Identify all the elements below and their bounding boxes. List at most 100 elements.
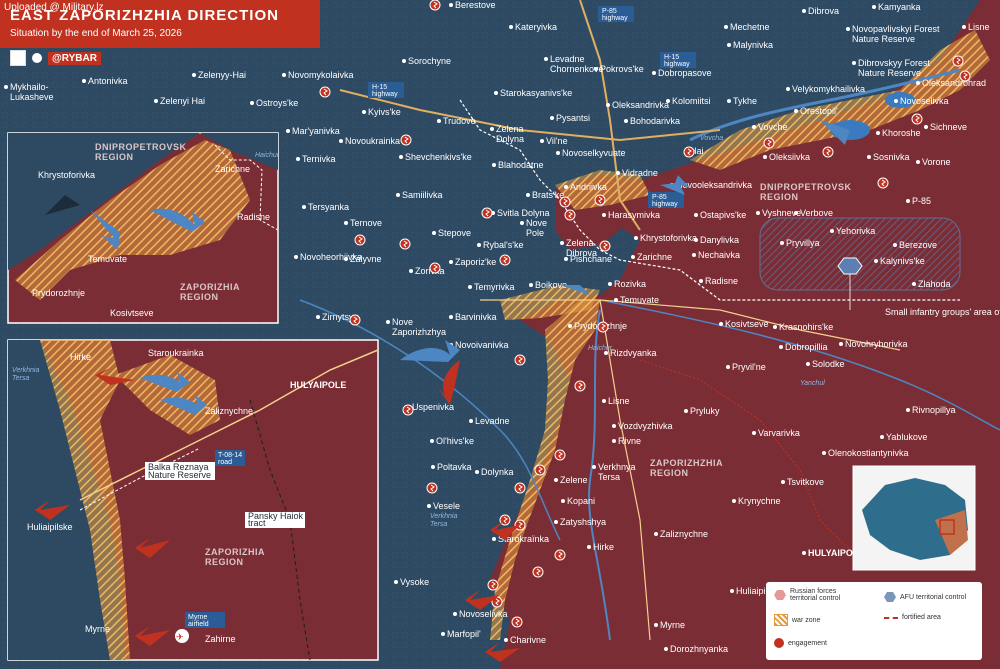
settlement-label: Kolomiitsi bbox=[672, 96, 711, 106]
inset-top-label-1: Zarichne bbox=[215, 164, 250, 174]
settlement-label: Zelenyi Hai bbox=[160, 96, 205, 106]
settlement-100: Varvarivka bbox=[752, 428, 800, 438]
settlement-label: Ostroys'ke bbox=[256, 98, 298, 108]
settlement-19: Ostroys'ke bbox=[250, 98, 298, 108]
settlement-dot bbox=[699, 279, 703, 283]
settlement-46: Andriivka bbox=[564, 182, 607, 192]
settlement-label: Oleksandrivka bbox=[612, 100, 669, 110]
settlement-label: Ostapivs'ke bbox=[700, 210, 746, 220]
settlement-dot bbox=[396, 193, 400, 197]
settlement-label: Ol'hivs'ke bbox=[436, 436, 474, 446]
settlement-33: Vovche bbox=[752, 122, 788, 132]
settlement-23: Kolomiitsi bbox=[666, 96, 711, 106]
road-label-h15-top: H-15highway bbox=[660, 52, 696, 68]
minimap bbox=[852, 465, 976, 571]
engagement-icon bbox=[487, 579, 499, 591]
settlement-label: Lisne bbox=[608, 396, 630, 406]
engagement-icon bbox=[959, 70, 971, 82]
settlement-57: Ostapivs'ke bbox=[694, 210, 746, 220]
svg-text:P-85: P-85 bbox=[652, 194, 667, 201]
settlement-11: Zelenyy-Hai bbox=[192, 70, 246, 80]
settlement-dot bbox=[554, 478, 558, 482]
settlement-dot bbox=[4, 85, 8, 89]
svg-text:Haichur: Haichur bbox=[255, 152, 280, 159]
settlement-label: Novooleksandrivka bbox=[676, 180, 752, 190]
settlement-dot bbox=[694, 238, 698, 242]
settlement-label: Zalyvne bbox=[350, 254, 382, 264]
svg-text:H-15: H-15 bbox=[372, 84, 387, 91]
settlement-label: Malynivka bbox=[733, 40, 773, 50]
settlement-85: Prydorozhnje bbox=[568, 321, 627, 331]
inset-top-label-2: Radisne bbox=[237, 212, 270, 222]
settlement-label: Charivne bbox=[510, 635, 546, 645]
settlement-31: Bohodarivka bbox=[624, 116, 680, 126]
settlement-dot bbox=[302, 205, 306, 209]
settlement-label: Barvinivka bbox=[455, 312, 497, 322]
settlement-label: Bohodarivka bbox=[630, 116, 680, 126]
settlement-21: Starokasyanivs'ke bbox=[494, 88, 572, 98]
settlement-56: Harasymivka bbox=[602, 210, 660, 220]
settlement-45: Ternivka bbox=[296, 154, 336, 164]
inset-bottom-reserve-label: Balka ReznayaNature Reserve bbox=[145, 462, 215, 480]
inset-bottom[interactable]: ✈ Balka ReznayaNature Reserve T-08-14roa… bbox=[7, 339, 379, 661]
settlement-label: Myrne bbox=[660, 620, 685, 630]
settlement-84: Barvinivka bbox=[449, 312, 497, 322]
settlement-88: Novohryhorivka bbox=[839, 339, 908, 349]
settlement-112: Krynychne bbox=[732, 496, 781, 506]
settlement-dot bbox=[296, 157, 300, 161]
settlement-label: Oleksandrohrad bbox=[922, 78, 986, 88]
settlement-dot bbox=[399, 155, 403, 159]
settlement-86: Kosivtseve bbox=[719, 319, 769, 329]
svg-text:tract: tract bbox=[248, 518, 266, 528]
legend-warzone-label: war zone bbox=[792, 616, 821, 624]
settlement-label: Krynychne bbox=[738, 496, 781, 506]
settlement-label: Dobropasove bbox=[658, 68, 712, 78]
settlement-dot bbox=[846, 27, 850, 31]
engagement-icon bbox=[429, 262, 441, 274]
svg-text:road: road bbox=[218, 459, 232, 466]
settlement-label: Pysantsi bbox=[556, 113, 590, 123]
settlement-label: Trudove bbox=[443, 116, 476, 126]
inset-top[interactable]: DNIPROPETROVSK REGION ZAPORIZHIA REGION Ha… bbox=[7, 132, 280, 324]
settlement-dot bbox=[608, 282, 612, 286]
settlement-label: Vorone bbox=[922, 157, 951, 167]
settlement-dot bbox=[427, 504, 431, 508]
settlement-62: Khrystoforivka bbox=[634, 233, 697, 243]
settlement-dot bbox=[730, 589, 734, 593]
settlement-8: Dibrovskyy Forest Nature Reserve bbox=[852, 58, 931, 78]
settlement-label: Khrystoforivka bbox=[640, 233, 697, 243]
settlement-label: Hirke bbox=[593, 542, 614, 552]
inset-bottom-label-2: HULYAIPOLE bbox=[290, 380, 346, 390]
settlement-dot bbox=[432, 231, 436, 235]
settlement-101: Yablukove bbox=[880, 432, 927, 442]
settlement-dot bbox=[554, 520, 558, 524]
settlement-25: Velykomykhailivka bbox=[786, 84, 865, 94]
settlement-119: Novoselivka bbox=[453, 609, 508, 619]
inset-bottom-label-0: Hirke bbox=[70, 352, 91, 362]
settlement-16: Dobropasove bbox=[652, 68, 712, 78]
settlement-label: Pryvillya bbox=[786, 238, 820, 248]
svg-text:H-15: H-15 bbox=[664, 54, 679, 61]
settlement-9: Oleksandrohrad bbox=[916, 78, 986, 88]
settlement-70: Zarichne bbox=[631, 252, 672, 262]
engagement-icon bbox=[534, 464, 546, 476]
infantry-hex-icon bbox=[837, 257, 863, 275]
settlement-dot bbox=[449, 3, 453, 7]
inset-top-label-3: Temuvate bbox=[88, 254, 127, 264]
settlement-dot bbox=[468, 285, 472, 289]
inset-bottom-airfield-label: Myrneairfield bbox=[185, 612, 225, 628]
legend-fortified: fortified area bbox=[884, 614, 941, 621]
settlement-label: Brats'ke bbox=[532, 190, 564, 200]
settlement-label: Levadne bbox=[475, 416, 510, 426]
settlement-93: Solodke bbox=[806, 359, 845, 369]
road-label-p85-top: P-85highway bbox=[598, 6, 634, 22]
settlement-label: Pryvil'ne bbox=[732, 362, 766, 372]
settlement-label: Svitla Dolyna bbox=[497, 208, 550, 218]
inset-top-label-5: Kosivtseve bbox=[110, 308, 154, 318]
map-canvas[interactable]: Small infantry groups' area of operation… bbox=[0, 0, 1000, 669]
settlement-10: Antonivka bbox=[82, 76, 128, 86]
engagement-icon bbox=[559, 196, 571, 208]
hex-icon bbox=[774, 590, 786, 600]
settlement-dot bbox=[409, 269, 413, 273]
settlement-dot bbox=[192, 73, 196, 77]
